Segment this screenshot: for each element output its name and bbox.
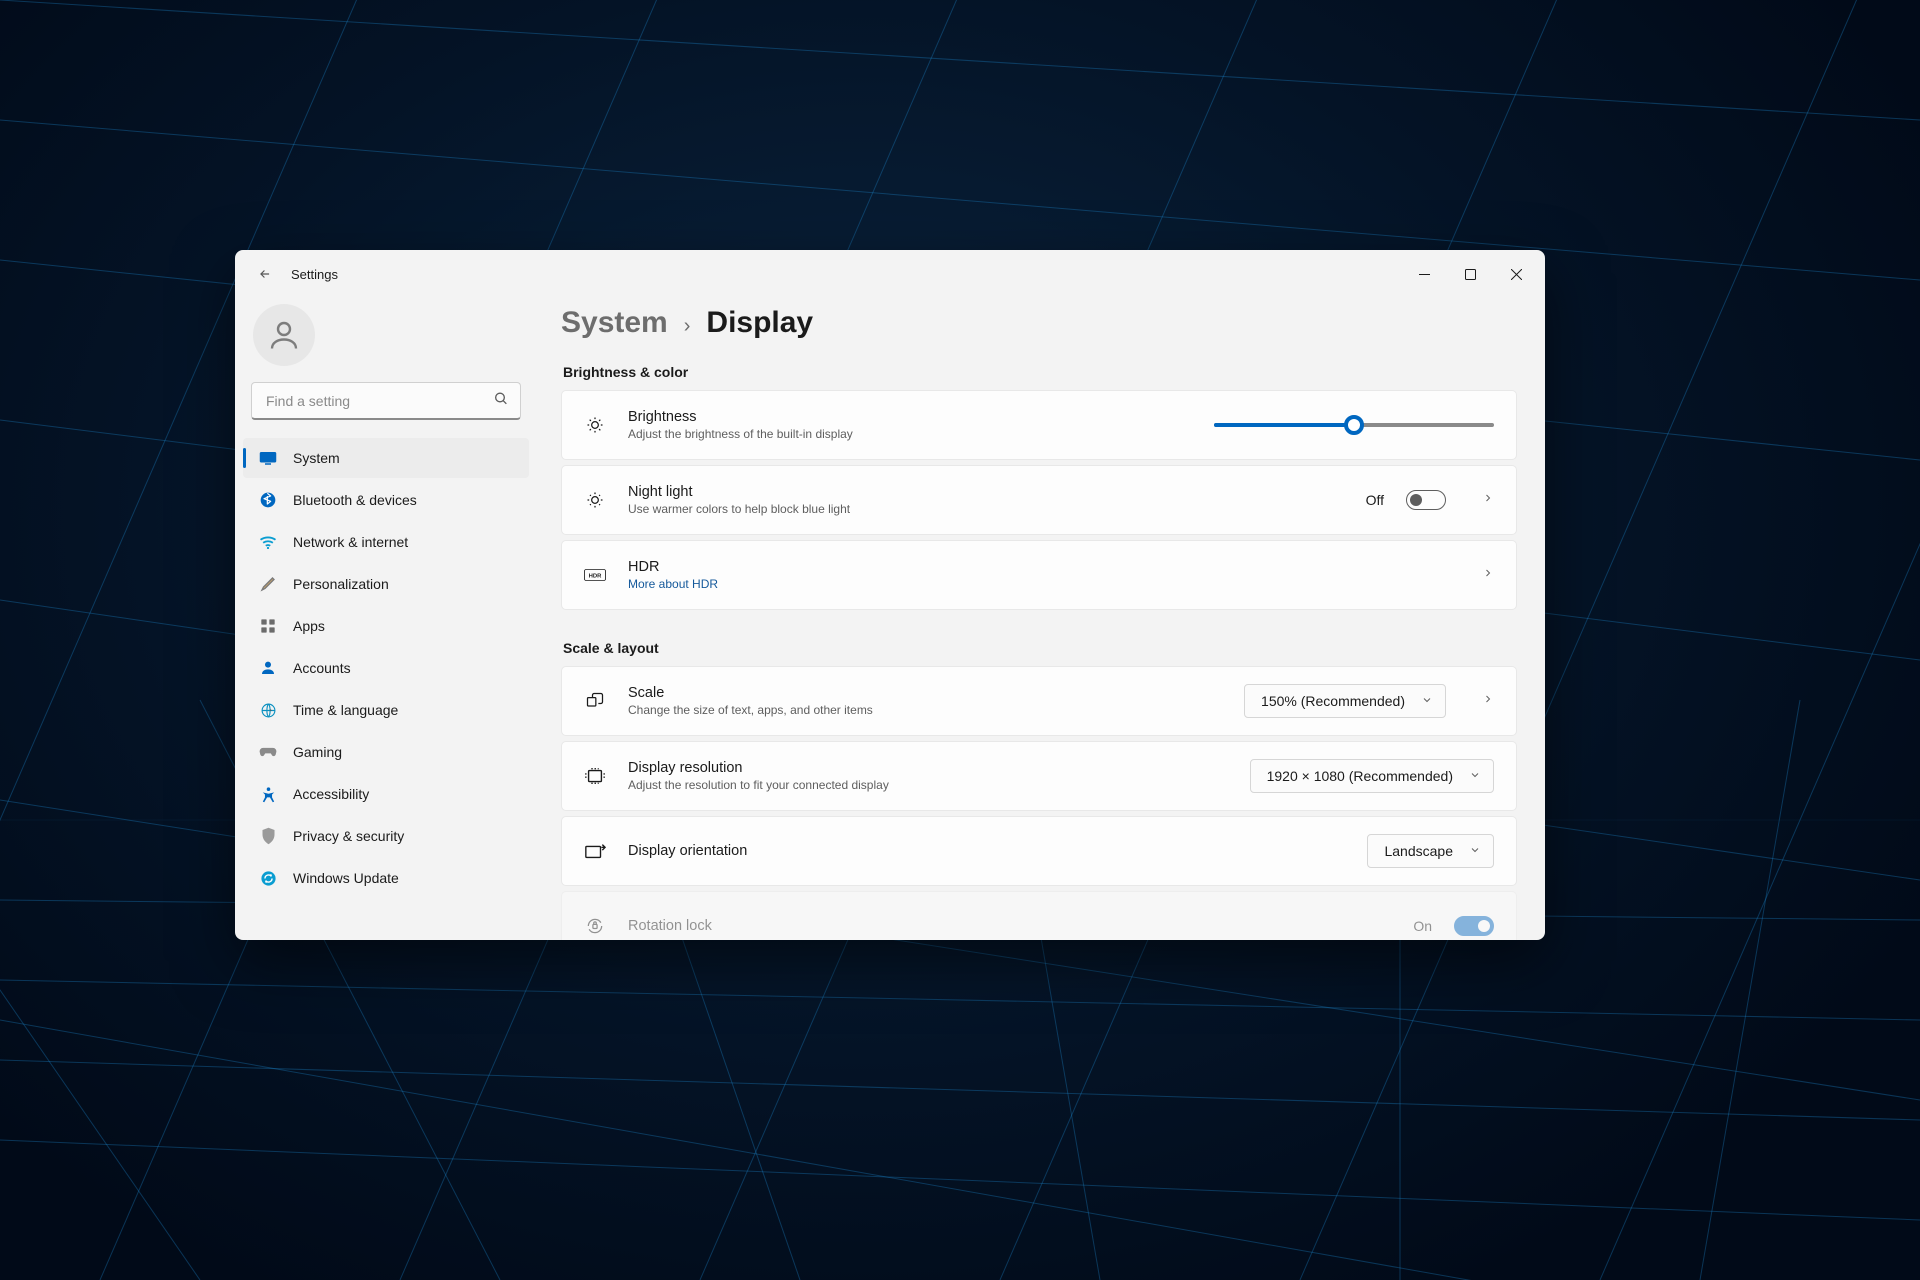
scale-row[interactable]: Scale Change the size of text, apps, and…	[561, 666, 1517, 736]
brightness-sub: Adjust the brightness of the built-in di…	[628, 427, 853, 441]
rotation-lock-icon	[584, 915, 606, 937]
wifi-icon	[259, 533, 277, 551]
apps-icon	[259, 617, 277, 635]
svg-text:HDR: HDR	[589, 574, 603, 580]
brush-icon	[259, 575, 277, 593]
user-avatar[interactable]	[253, 304, 315, 366]
minimize-button[interactable]	[1401, 258, 1447, 290]
sidebar-item-label: Privacy & security	[293, 828, 404, 844]
search-icon	[493, 391, 509, 412]
resolution-icon	[584, 765, 606, 787]
sidebar-item-label: Accessibility	[293, 786, 369, 802]
sidebar-item-label: Network & internet	[293, 534, 408, 550]
section-brightness-heading: Brightness & color	[563, 364, 1517, 380]
sidebar-item-label: Gaming	[293, 744, 342, 760]
accessibility-icon	[259, 785, 277, 803]
rotation-lock-toggle[interactable]	[1454, 916, 1494, 936]
resolution-row: Display resolution Adjust the resolution…	[561, 741, 1517, 811]
chevron-down-icon	[1469, 768, 1481, 784]
update-icon	[259, 869, 277, 887]
hdr-link[interactable]: More about HDR	[628, 577, 718, 591]
sidebar-item-label: Accounts	[293, 660, 351, 676]
sidebar: System Bluetooth & devices Network & inter…	[235, 298, 537, 940]
breadcrumb-parent[interactable]: System	[561, 306, 668, 340]
hdr-row[interactable]: HDR HDR More about HDR	[561, 540, 1517, 610]
orientation-dropdown[interactable]: Landscape	[1367, 834, 1494, 868]
sidebar-item-privacy-security[interactable]: Privacy & security	[243, 816, 529, 856]
scale-title: Scale	[628, 685, 873, 701]
shield-icon	[259, 827, 277, 845]
night-light-row[interactable]: Night light Use warmer colors to help bl…	[561, 465, 1517, 535]
sidebar-item-accounts[interactable]: Accounts	[243, 648, 529, 688]
sidebar-item-label: System	[293, 450, 340, 466]
rotation-lock-title: Rotation lock	[628, 918, 712, 934]
sidebar-item-apps[interactable]: Apps	[243, 606, 529, 646]
section-scale-heading: Scale & layout	[563, 640, 1517, 656]
breadcrumb-current: Display	[706, 306, 813, 340]
chevron-down-icon	[1469, 843, 1481, 859]
breadcrumb: System › Display	[561, 306, 1545, 340]
hdr-icon: HDR	[584, 564, 606, 586]
desktop-wallpaper: Settings System Bluetooth & devices Networ…	[0, 0, 1920, 1280]
chevron-right-icon	[1482, 566, 1494, 584]
search-input[interactable]	[251, 382, 521, 420]
chevron-right-icon: ›	[684, 315, 691, 338]
rotation-lock-state: On	[1413, 918, 1432, 934]
night-light-sub: Use warmer colors to help block blue lig…	[628, 502, 850, 516]
night-light-toggle[interactable]	[1406, 490, 1446, 510]
chevron-down-icon	[1421, 693, 1433, 709]
orientation-row: Display orientation Landscape	[561, 816, 1517, 886]
sidebar-item-network-internet[interactable]: Network & internet	[243, 522, 529, 562]
sidebar-item-system[interactable]: System	[243, 438, 529, 478]
maximize-button[interactable]	[1447, 258, 1493, 290]
back-button[interactable]	[253, 262, 277, 286]
scale-value: 150% (Recommended)	[1261, 693, 1405, 709]
scale-dropdown[interactable]: 150% (Recommended)	[1244, 684, 1446, 718]
night-light-title: Night light	[628, 484, 850, 500]
close-button[interactable]	[1493, 258, 1539, 290]
sidebar-item-label: Personalization	[293, 576, 389, 592]
chevron-right-icon	[1482, 491, 1494, 509]
nav-list: System Bluetooth & devices Network & inter…	[243, 438, 529, 898]
orientation-value: Landscape	[1384, 843, 1453, 859]
sun-icon	[584, 414, 606, 436]
content-area: System › Display Brightness & color Brig…	[537, 298, 1545, 940]
sidebar-item-label: Time & language	[293, 702, 398, 718]
display-icon	[259, 449, 277, 467]
titlebar[interactable]: Settings	[235, 250, 1545, 298]
sidebar-item-time-language[interactable]: Time & language	[243, 690, 529, 730]
sidebar-item-accessibility[interactable]: Accessibility	[243, 774, 529, 814]
brightness-slider[interactable]	[875, 423, 1494, 427]
night-light-icon	[584, 489, 606, 511]
globe-icon	[259, 701, 277, 719]
settings-scroll[interactable]: Brightness & color Brightness Adjust the…	[561, 358, 1545, 940]
orientation-title: Display orientation	[628, 843, 747, 859]
person-icon	[259, 659, 277, 677]
search-box[interactable]	[251, 382, 521, 420]
night-light-state: Off	[1366, 492, 1384, 508]
sidebar-item-bluetooth-devices[interactable]: Bluetooth & devices	[243, 480, 529, 520]
scale-icon	[584, 690, 606, 712]
sidebar-item-personalization[interactable]: Personalization	[243, 564, 529, 604]
hdr-title: HDR	[628, 559, 718, 575]
sidebar-item-windows-update[interactable]: Windows Update	[243, 858, 529, 898]
scale-sub: Change the size of text, apps, and other…	[628, 703, 873, 717]
resolution-dropdown[interactable]: 1920 × 1080 (Recommended)	[1250, 759, 1494, 793]
chevron-right-icon	[1482, 692, 1494, 710]
sidebar-item-gaming[interactable]: Gaming	[243, 732, 529, 772]
sidebar-item-label: Apps	[293, 618, 325, 634]
orientation-icon	[584, 840, 606, 862]
window-title: Settings	[291, 267, 338, 282]
resolution-value: 1920 × 1080 (Recommended)	[1267, 768, 1453, 784]
sidebar-item-label: Windows Update	[293, 870, 399, 886]
brightness-title: Brightness	[628, 409, 853, 425]
resolution-title: Display resolution	[628, 760, 889, 776]
gamepad-icon	[259, 743, 277, 761]
sidebar-item-label: Bluetooth & devices	[293, 492, 417, 508]
brightness-row: Brightness Adjust the brightness of the …	[561, 390, 1517, 460]
settings-window: Settings System Bluetooth & devices Networ…	[235, 250, 1545, 940]
bluetooth-icon	[259, 491, 277, 509]
resolution-sub: Adjust the resolution to fit your connec…	[628, 778, 889, 792]
rotation-lock-row: Rotation lock On	[561, 891, 1517, 940]
